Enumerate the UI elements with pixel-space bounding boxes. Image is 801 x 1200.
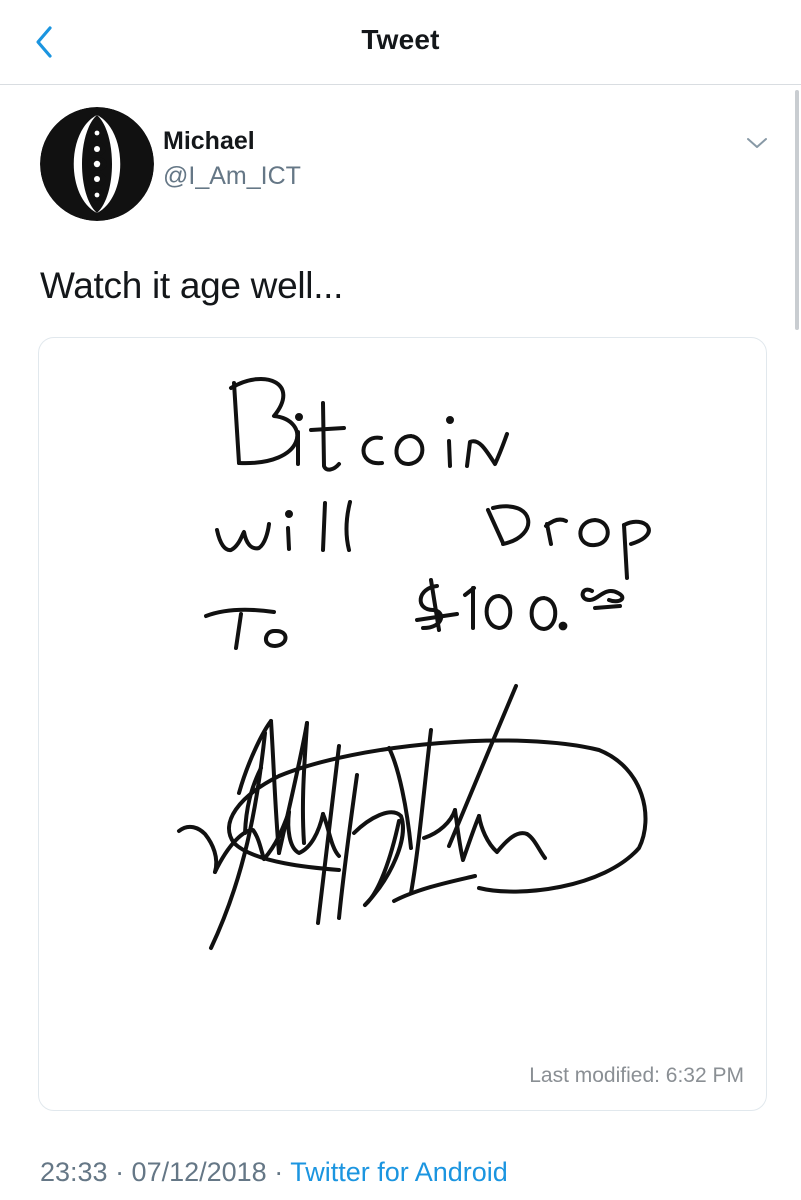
last-modified-label: Last modified: 6:32 PM xyxy=(529,1064,744,1087)
author-name[interactable]: Michael xyxy=(163,127,255,156)
author-handle[interactable]: @I_Am_ICT xyxy=(163,162,301,191)
tweet-timestamp: 23:33 · 07/12/2018 · xyxy=(40,1157,291,1187)
page-title: Tweet xyxy=(361,24,440,55)
navigation-bar: Tweet xyxy=(0,0,801,85)
handwritten-note xyxy=(177,377,651,950)
tweet-metadata: 23:33 · 07/12/2018 · Twitter for Android xyxy=(40,1157,508,1188)
tweet-media-image[interactable]: Last modified: 6:32 PM xyxy=(38,337,767,1111)
tweet-menu-button[interactable] xyxy=(740,130,774,156)
tweet-text: Watch it age well... xyxy=(40,265,344,306)
chevron-down-icon xyxy=(747,138,767,148)
avatar[interactable] xyxy=(40,107,154,221)
scrollbar[interactable] xyxy=(795,90,799,330)
tweet-source-link[interactable]: Twitter for Android xyxy=(290,1157,508,1187)
